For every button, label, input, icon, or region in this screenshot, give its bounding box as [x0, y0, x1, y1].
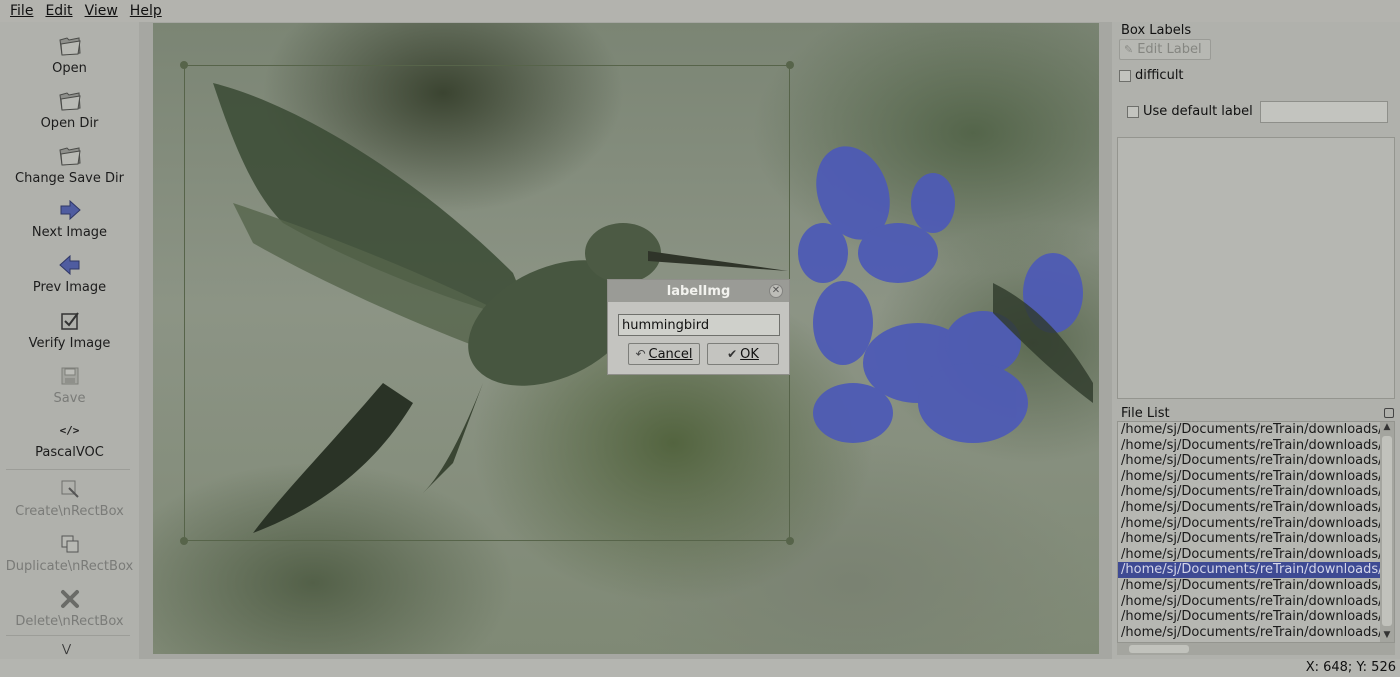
bbox-handle[interactable]: [180, 537, 188, 545]
cancel-button[interactable]: ↶ Cancel: [628, 343, 700, 365]
cancel-label: Cancel: [648, 346, 693, 362]
delete-rectbox-label: Delete\nRectBox: [15, 614, 124, 629]
prev-image-button[interactable]: Prev Image: [0, 247, 139, 301]
difficult-label: difficult: [1135, 68, 1184, 83]
folder-open-icon: [58, 34, 82, 58]
arrow-left-icon: [58, 253, 82, 277]
edit-icon: ✎: [1124, 43, 1134, 56]
dialog-titlebar: labelImg ✕: [608, 280, 789, 302]
save-icon: [58, 364, 82, 388]
file-list-item[interactable]: /home/sj/Documents/reTrain/downloads/h: [1118, 469, 1381, 485]
duplicate-rectbox-button[interactable]: Duplicate\nRectBox: [0, 526, 139, 580]
scrollbar-thumb[interactable]: [1382, 436, 1392, 626]
arrow-right-icon: [58, 198, 82, 222]
delete-rectbox-button[interactable]: Delete\nRectBox: [0, 581, 139, 635]
next-image-button[interactable]: Next Image: [0, 192, 139, 246]
folder-open-icon: [58, 89, 82, 113]
change-save-dir-label: Change Save Dir: [15, 171, 124, 186]
file-list-title: File List: [1121, 406, 1170, 421]
file-list[interactable]: /home/sj/Documents/reTrain/downloads/h/h…: [1117, 421, 1395, 643]
bbox-handle[interactable]: [786, 537, 794, 545]
menu-bar: File Edit View Help: [0, 0, 1400, 22]
bbox-handle[interactable]: [786, 61, 794, 69]
edit-label-text: Edit Label: [1137, 42, 1202, 57]
file-list-item[interactable]: /home/sj/Documents/reTrain/downloads/h: [1118, 453, 1381, 469]
use-default-label-checkbox[interactable]: [1127, 106, 1139, 118]
create-rectbox-label: Create\nRectBox: [15, 504, 124, 519]
file-list-item[interactable]: /home/sj/Documents/reTrain/downloads/h: [1118, 531, 1381, 547]
open-dir-label: Open Dir: [40, 116, 99, 131]
file-list-item[interactable]: /home/sj/Documents/reTrain/downloads/h: [1118, 594, 1381, 610]
difficult-checkbox[interactable]: [1119, 70, 1131, 82]
change-save-dir-button[interactable]: Change Save Dir: [0, 138, 139, 192]
use-default-label-text: Use default label: [1143, 104, 1253, 119]
menu-file[interactable]: File: [4, 3, 39, 19]
prev-image-label: Prev Image: [32, 280, 107, 295]
scroll-up-icon[interactable]: ▲: [1380, 422, 1394, 434]
edit-label-button[interactable]: ✎ Edit Label: [1119, 39, 1211, 60]
file-list-item[interactable]: /home/sj/Documents/reTrain/downloads/h: [1118, 516, 1381, 532]
open-button[interactable]: Open: [0, 28, 139, 82]
chevron-double-down-icon[interactable]: ⋁: [62, 642, 71, 655]
folder-open-icon: [58, 144, 82, 168]
file-list-item[interactable]: /home/sj/Documents/reTrain/downloads/h: [1118, 438, 1381, 454]
menu-view[interactable]: View: [79, 3, 124, 19]
file-list-item[interactable]: /home/sj/Documents/reTrain/downloads/h: [1118, 609, 1381, 625]
pascalvoc-label: PascalVOC: [35, 445, 104, 460]
code-icon: </>: [59, 423, 80, 437]
cursor-coordinates: X: 648; Y: 526: [1305, 660, 1396, 675]
menu-edit[interactable]: Edit: [39, 3, 78, 19]
duplicate-rect-icon: [58, 532, 82, 556]
toolbar-divider: [6, 635, 130, 636]
scroll-down-icon[interactable]: ▼: [1380, 630, 1394, 642]
label-list[interactable]: [1117, 137, 1395, 399]
file-list-item[interactable]: /home/sj/Documents/reTrain/downloads/h: [1118, 547, 1381, 563]
status-bar: X: 648; Y: 526: [0, 659, 1400, 677]
default-label-input[interactable]: [1260, 101, 1388, 123]
checkmark-icon: ✔: [727, 347, 738, 361]
scrollbar-thumb[interactable]: [1129, 645, 1189, 653]
create-rect-icon: [58, 477, 82, 501]
save-label: Save: [53, 391, 86, 406]
label-input[interactable]: [618, 314, 780, 336]
toolbar-divider: [6, 469, 130, 470]
ok-button[interactable]: ✔ OK: [707, 343, 779, 365]
vertical-scrollbar[interactable]: ▲ ▼: [1380, 422, 1394, 642]
ok-label: OK: [740, 346, 759, 362]
checkbox-icon: [58, 309, 82, 333]
file-list-item[interactable]: /home/sj/Documents/reTrain/downloads/h: [1118, 484, 1381, 500]
create-rectbox-button[interactable]: Create\nRectBox: [0, 471, 139, 525]
undo-arrow-icon: ↶: [635, 347, 646, 361]
file-list-item[interactable]: /home/sj/Documents/reTrain/downloads/h: [1118, 562, 1381, 578]
bbox-handle[interactable]: [180, 61, 188, 69]
dialog-title: labelImg: [666, 283, 731, 299]
open-dir-button[interactable]: Open Dir: [0, 83, 139, 137]
menu-help[interactable]: Help: [124, 3, 168, 19]
horizontal-scrollbar[interactable]: [1117, 643, 1395, 655]
label-dialog: labelImg ✕ ↶ Cancel ✔ OK: [607, 279, 790, 375]
right-dock: Box Labels ✎ Edit Label difficult Use de…: [1112, 22, 1400, 659]
file-list-item[interactable]: /home/sj/Documents/reTrain/downloads/h: [1118, 422, 1381, 438]
float-dock-icon[interactable]: [1384, 408, 1394, 418]
duplicate-rectbox-label: Duplicate\nRectBox: [5, 559, 134, 574]
box-labels-title: Box Labels: [1121, 23, 1192, 38]
file-list-item[interactable]: /home/sj/Documents/reTrain/downloads/h: [1118, 625, 1381, 641]
next-image-label: Next Image: [31, 225, 108, 240]
verify-image-button[interactable]: Verify Image: [0, 303, 139, 357]
verify-image-label: Verify Image: [28, 336, 111, 351]
file-list-item[interactable]: /home/sj/Documents/reTrain/downloads/h: [1118, 500, 1381, 516]
save-button[interactable]: Save: [0, 358, 139, 412]
open-label: Open: [52, 61, 87, 76]
delete-icon: [58, 587, 82, 611]
file-list-item[interactable]: /home/sj/Documents/reTrain/downloads/h: [1118, 578, 1381, 594]
close-icon[interactable]: ✕: [769, 284, 783, 298]
left-toolbar: Open Open Dir Change Save Dir Next Image…: [0, 22, 139, 659]
pascalvoc-button[interactable]: </> PascalVOC: [0, 412, 139, 466]
